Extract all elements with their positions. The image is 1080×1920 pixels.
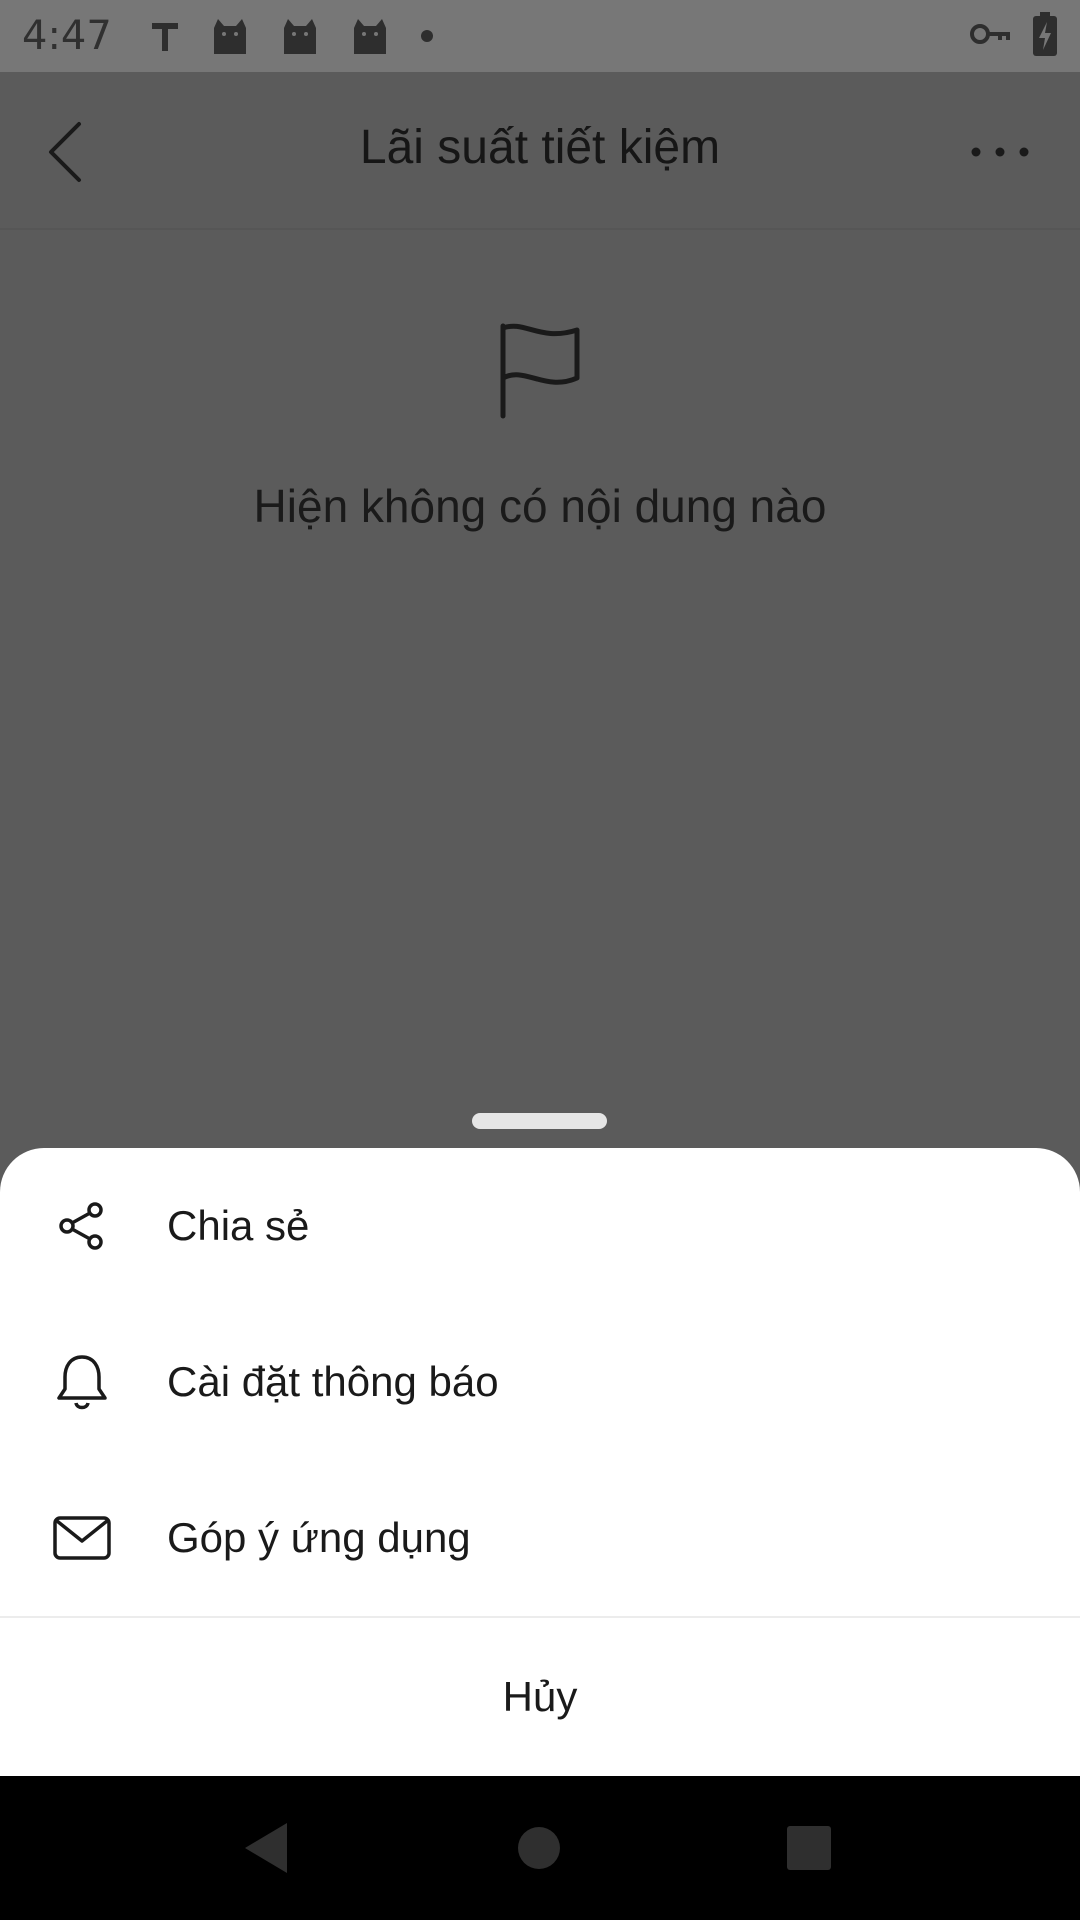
- status-time: 4:47: [22, 13, 112, 59]
- cancel-button[interactable]: Hủy: [0, 1618, 1080, 1776]
- dot-icon: [420, 29, 434, 43]
- share-icon: [50, 1194, 114, 1258]
- t-icon: [150, 19, 180, 53]
- cat-icon: [210, 16, 250, 56]
- bell-icon: [50, 1350, 114, 1414]
- flag-icon: [500, 323, 580, 419]
- cat-icon: [350, 16, 390, 56]
- share-option[interactable]: Chia sẻ: [0, 1148, 1080, 1304]
- action-sheet: Chia sẻ Cài đặt thông báo Góp ý ứng dụng…: [0, 1148, 1080, 1776]
- nav-home-button[interactable]: [489, 1798, 589, 1898]
- cat-icon: [280, 16, 320, 56]
- battery-charging-icon: [1032, 11, 1058, 61]
- nav-recents-icon: [787, 1826, 831, 1870]
- empty-state: Hiện không có nội dung nào: [0, 320, 1080, 533]
- notification-settings-label: Cài đặt thông báo: [167, 1358, 499, 1405]
- vpn-key-icon: [970, 21, 1012, 52]
- nav-recents-button[interactable]: [759, 1798, 859, 1898]
- mail-icon: [50, 1506, 114, 1570]
- screen: 4:47 Lãi suất tiết kiệm Hiện không có nộ…: [0, 0, 1080, 1920]
- page-title: Lãi suất tiết kiệm: [359, 121, 721, 174]
- nav-home-icon: [518, 1827, 560, 1869]
- feedback-option[interactable]: Góp ý ứng dụng: [0, 1460, 1080, 1616]
- app-header: Lãi suất tiết kiệm: [0, 72, 1080, 230]
- empty-message: Hiện không có nội dung nào: [253, 480, 827, 532]
- status-right: [970, 0, 1058, 72]
- sheet-drag-handle[interactable]: [472, 1113, 607, 1129]
- more-options-button[interactable]: [960, 122, 1040, 182]
- more-horizontal-icon: [971, 147, 1029, 157]
- status-bar: 4:47: [0, 0, 1080, 72]
- share-label: Chia sẻ: [167, 1202, 310, 1249]
- feedback-label: Góp ý ứng dụng: [167, 1514, 471, 1561]
- nav-back-button[interactable]: [216, 1798, 316, 1898]
- system-nav-bar: [0, 1776, 1080, 1920]
- notification-settings-option[interactable]: Cài đặt thông báo: [0, 1304, 1080, 1460]
- nav-back-icon: [245, 1823, 287, 1873]
